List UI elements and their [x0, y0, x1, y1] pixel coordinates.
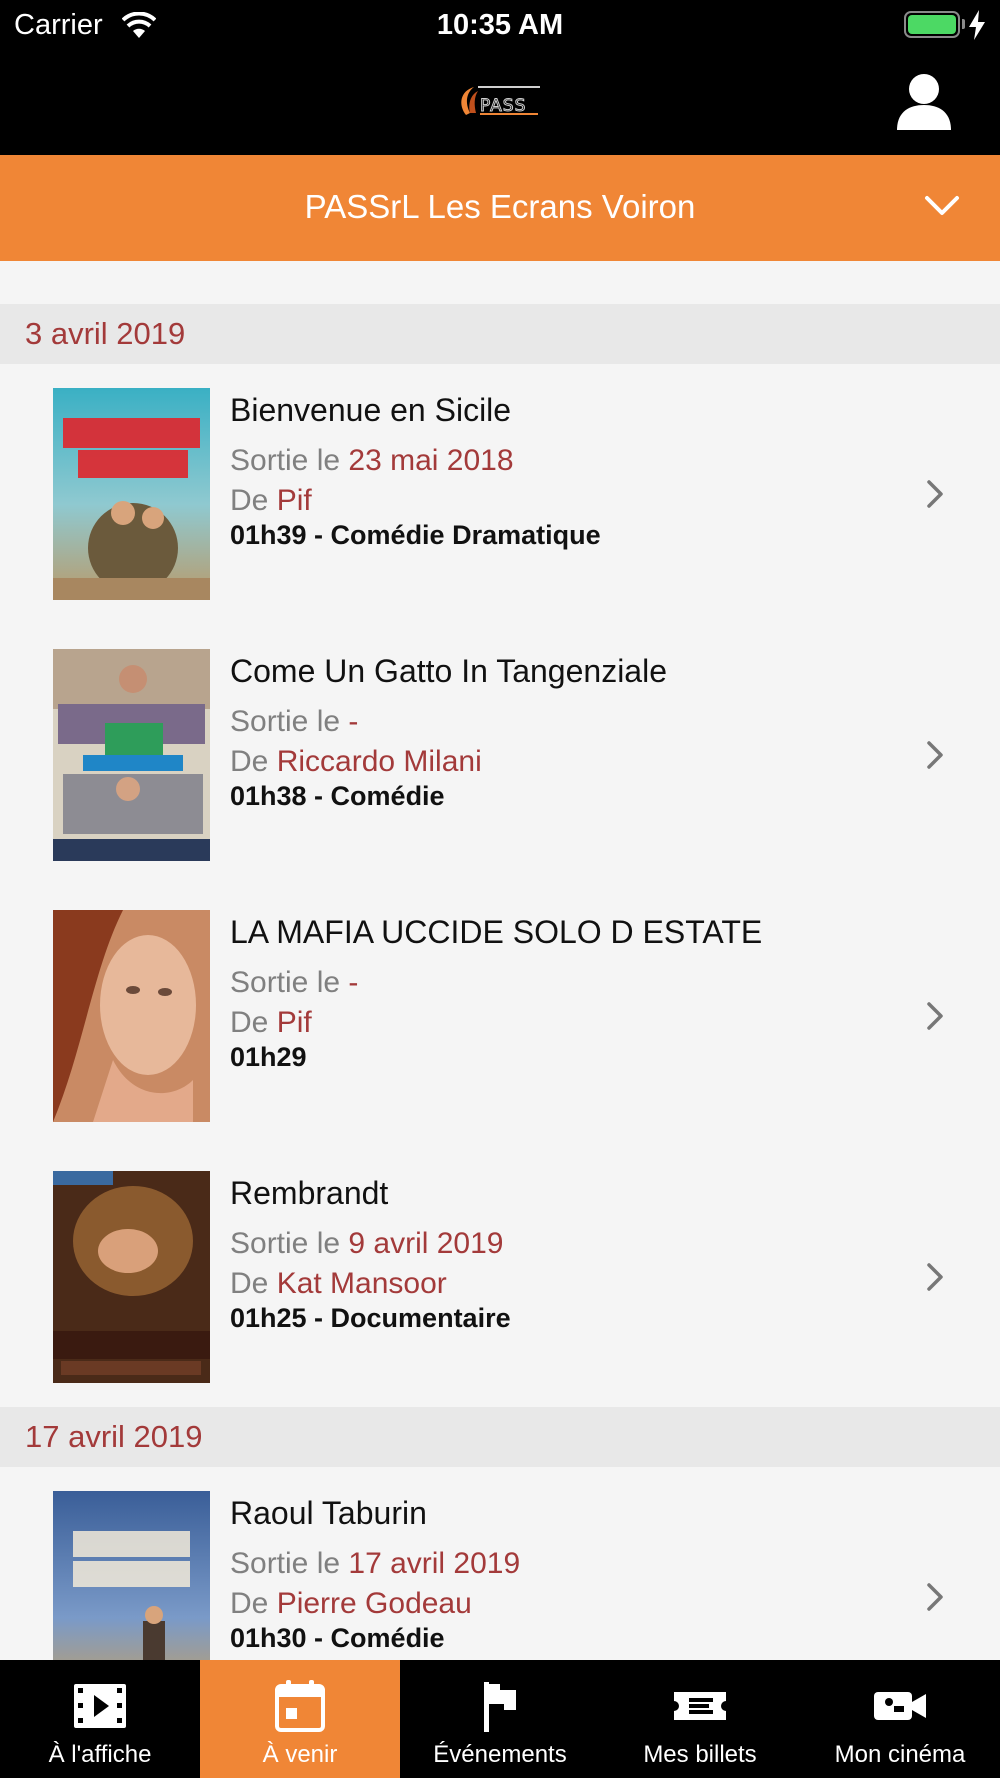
top-bar: Carrier 10:35 AM PASS — [0, 0, 1000, 155]
chevron-right-icon — [927, 480, 943, 508]
movie-poster — [53, 1491, 210, 1660]
movie-poster — [53, 910, 210, 1122]
chevron-right-icon — [927, 1002, 943, 1030]
tab-mon-cinema[interactable]: Mon cinéma — [800, 1660, 1000, 1778]
tab-label: Événements — [433, 1741, 567, 1768]
release-prefix: Sortie le — [230, 444, 349, 477]
director-name: Pierre Godeau — [276, 1587, 472, 1620]
cinema-selector[interactable]: PASSrL Les Ecrans Voiron — [0, 155, 1000, 261]
tab-bar: À l'affiche À venir Événements Mes bille… — [0, 1660, 1000, 1778]
pass-logo: PASS — [461, 86, 540, 117]
section-date-header: 17 avril 2019 — [0, 1407, 1000, 1467]
movie-duration-genre: 01h39 - Comédie Dramatique — [230, 520, 601, 550]
movie-director: De Kat Mansoor — [230, 1267, 447, 1301]
release-date: 9 avril 2019 — [348, 1227, 504, 1260]
screen: Carrier 10:35 AM PASS PASSrL Les Ecrans … — [0, 0, 1000, 1778]
movie-release: Sortie le 9 avril 2019 — [230, 1227, 504, 1261]
film-icon — [74, 1684, 126, 1728]
movie-director: De Pif — [230, 484, 312, 518]
chevron-right-icon — [927, 1583, 943, 1611]
movie-release: Sortie le - — [230, 966, 358, 1000]
release-prefix: Sortie le — [230, 966, 349, 999]
movie-title: LA MAFIA UCCIDE SOLO D ESTATE — [230, 914, 763, 950]
director-name: Riccardo Milani — [276, 745, 482, 778]
director-prefix: De — [230, 1587, 277, 1620]
release-date: 23 mai 2018 — [348, 444, 514, 477]
battery-icon — [904, 11, 960, 38]
tab-label: À l'affiche — [48, 1741, 152, 1768]
movie-title: Raoul Taburin — [230, 1495, 427, 1531]
status-bar: Carrier 10:35 AM — [0, 0, 1000, 50]
release-date: 17 avril 2019 — [348, 1547, 521, 1580]
tab-a-l-affiche[interactable]: À l'affiche — [0, 1660, 200, 1778]
director-prefix: De — [230, 745, 277, 778]
flag-icon — [484, 1682, 516, 1732]
tab-a-venir[interactable]: À venir — [200, 1660, 400, 1778]
movie-title: Rembrandt — [230, 1175, 389, 1211]
movie-row[interactable]: LA MAFIA UCCIDE SOLO D ESTATE Sortie le … — [0, 886, 1000, 1146]
movie-duration-genre: 01h38 - Comédie — [230, 781, 445, 811]
charging-bolt-icon — [969, 10, 985, 40]
director-prefix: De — [230, 1267, 277, 1300]
movie-poster — [53, 649, 210, 861]
release-date: - — [348, 966, 359, 999]
movie-row[interactable]: Come Un Gatto In Tangenziale Sortie le -… — [0, 625, 1000, 885]
release-prefix: Sortie le — [230, 1547, 349, 1580]
status-time: 10:35 AM — [436, 9, 564, 41]
ticket-icon — [674, 1692, 726, 1720]
tab-evenements[interactable]: Événements — [400, 1660, 600, 1778]
tab-label: Mes billets — [643, 1741, 757, 1768]
chevron-right-icon — [927, 1263, 943, 1291]
upcoming-movies-list: 3 avril 2019 Bienvenue en Sicile Sortie … — [0, 261, 1000, 1660]
movie-duration-genre: 01h25 - Documentaire — [230, 1303, 511, 1333]
movie-title: Come Un Gatto In Tangenziale — [230, 653, 667, 689]
cinema-name: PASSrL Les Ecrans Voiron — [304, 188, 696, 225]
director-name: Pif — [276, 1006, 312, 1039]
director-name: Kat Mansoor — [276, 1267, 447, 1300]
movie-director: De Pierre Godeau — [230, 1587, 472, 1621]
director-name: Pif — [276, 484, 312, 517]
director-prefix: De — [230, 1006, 277, 1039]
camera-icon — [874, 1692, 926, 1720]
movie-director: De Riccardo Milani — [230, 745, 482, 779]
director-prefix: De — [230, 484, 277, 517]
movie-poster — [53, 1171, 210, 1383]
section-date-header: 3 avril 2019 — [0, 304, 1000, 364]
movie-duration-genre: 01h30 - Comédie — [230, 1623, 445, 1653]
movie-poster — [53, 388, 210, 600]
tab-label: À venir — [262, 1741, 338, 1768]
movie-release: Sortie le - — [230, 705, 358, 739]
calendar-icon — [275, 1680, 325, 1732]
tab-label: Mon cinéma — [834, 1741, 966, 1768]
movie-release: Sortie le 17 avril 2019 — [230, 1547, 520, 1581]
battery-cap — [962, 19, 965, 29]
chevron-down-icon — [925, 196, 959, 215]
movie-duration-genre: 01h29 — [230, 1042, 307, 1072]
movie-title: Bienvenue en Sicile — [230, 392, 512, 428]
release-date: - — [348, 705, 359, 738]
release-prefix: Sortie le — [230, 1227, 349, 1260]
user-account-button[interactable] — [896, 72, 952, 130]
release-prefix: Sortie le — [230, 705, 349, 738]
chevron-right-icon — [927, 741, 943, 769]
movie-row[interactable]: Raoul Taburin Sortie le 17 avril 2019 De… — [0, 1467, 1000, 1660]
tab-mes-billets[interactable]: Mes billets — [600, 1660, 800, 1778]
movie-release: Sortie le 23 mai 2018 — [230, 444, 514, 478]
movie-director: De Pif — [230, 1006, 312, 1040]
movie-row[interactable]: Rembrandt Sortie le 9 avril 2019 De Kat … — [0, 1147, 1000, 1407]
movie-row[interactable]: Bienvenue en Sicile Sortie le 23 mai 201… — [0, 364, 1000, 624]
